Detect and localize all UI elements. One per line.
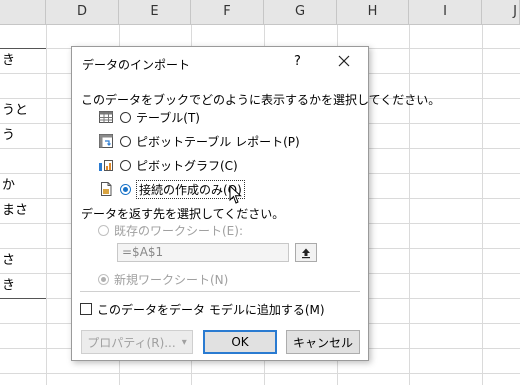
- separator: [80, 291, 360, 292]
- column-header-i[interactable]: I: [409, 0, 482, 24]
- radio-pivot-table[interactable]: [120, 135, 131, 147]
- ok-button[interactable]: OK: [203, 330, 277, 354]
- cell-text[interactable]: き: [2, 276, 15, 296]
- close-icon: [338, 55, 350, 67]
- column-header-j[interactable]: J: [482, 0, 520, 24]
- arrow-up-icon: [302, 248, 310, 258]
- mouse-cursor-icon: [229, 185, 242, 204]
- column-header-g[interactable]: G: [264, 0, 337, 24]
- dialog-title-bar[interactable]: データのインポート ?: [72, 47, 368, 79]
- cell-text[interactable]: き: [2, 51, 15, 71]
- range-input[interactable]: =$A$1: [117, 243, 289, 262]
- option-new-worksheet[interactable]: 新規ワークシート(N): [98, 269, 228, 289]
- radio-new-worksheet[interactable]: [98, 273, 109, 285]
- option-existing-worksheet[interactable]: 既存のワークシート(E):: [98, 220, 243, 240]
- pivot-chart-icon: [98, 157, 114, 173]
- radio-pivot-chart[interactable]: [120, 159, 131, 171]
- add-to-data-model-label: このデータをデータ モデルに追加する(M): [97, 302, 325, 317]
- add-to-data-model-option[interactable]: このデータをデータ モデルに追加する(M): [80, 301, 325, 317]
- add-to-data-model-checkbox[interactable]: [80, 303, 92, 315]
- cell-text[interactable]: まさ: [2, 201, 28, 221]
- column-header-e[interactable]: E: [119, 0, 191, 24]
- pivot-table-icon: [98, 133, 114, 149]
- close-button[interactable]: [335, 52, 353, 70]
- chevron-down-icon: ▾: [181, 336, 187, 348]
- dialog-title: データのインポート: [82, 58, 191, 72]
- column-header-f[interactable]: F: [191, 0, 264, 24]
- cell-text[interactable]: か: [2, 176, 15, 196]
- cell-text[interactable]: う: [2, 126, 15, 146]
- table-icon: [98, 109, 114, 125]
- connection-icon: [98, 181, 114, 197]
- option-pivot-table[interactable]: ピボットテーブル レポート(P): [98, 131, 300, 151]
- option-table[interactable]: テーブル(T): [98, 107, 200, 127]
- help-button[interactable]: ?: [294, 54, 301, 69]
- existing-worksheet-label: 既存のワークシート(E):: [114, 223, 243, 238]
- column-header-row: D E F G H I J: [0, 0, 520, 25]
- option-connection-only[interactable]: 接続の作成のみ(O): [98, 179, 245, 199]
- column-header-partial[interactable]: [0, 0, 46, 24]
- radio-table[interactable]: [120, 111, 131, 123]
- radio-existing-worksheet[interactable]: [98, 224, 109, 236]
- cell-text[interactable]: さ: [2, 251, 15, 271]
- new-worksheet-label: 新規ワークシート(N): [114, 272, 229, 287]
- column-header-h[interactable]: H: [337, 0, 409, 24]
- display-prompt: このデータをブックでどのように表示するかを選択してください。: [81, 93, 441, 107]
- option-pivot-chart-label: ピボットグラフ(C): [136, 158, 238, 173]
- properties-button-label: プロパティ(R)...: [87, 335, 176, 350]
- cancel-button[interactable]: キャンセル: [286, 330, 360, 354]
- range-collapse-button[interactable]: [295, 243, 317, 262]
- column-header-d[interactable]: D: [46, 0, 119, 24]
- radio-connection-only[interactable]: [120, 183, 131, 195]
- option-pivot-chart[interactable]: ピボットグラフ(C): [98, 155, 238, 175]
- import-data-dialog: データのインポート ? このデータをブックでどのように表示するかを選択してくださ…: [71, 46, 440, 361]
- properties-button[interactable]: プロパティ(R)... ▾: [81, 330, 193, 354]
- option-table-label: テーブル(T): [136, 110, 200, 125]
- cell-text[interactable]: うと: [2, 101, 28, 121]
- option-pivot-table-label: ピボットテーブル レポート(P): [136, 134, 300, 149]
